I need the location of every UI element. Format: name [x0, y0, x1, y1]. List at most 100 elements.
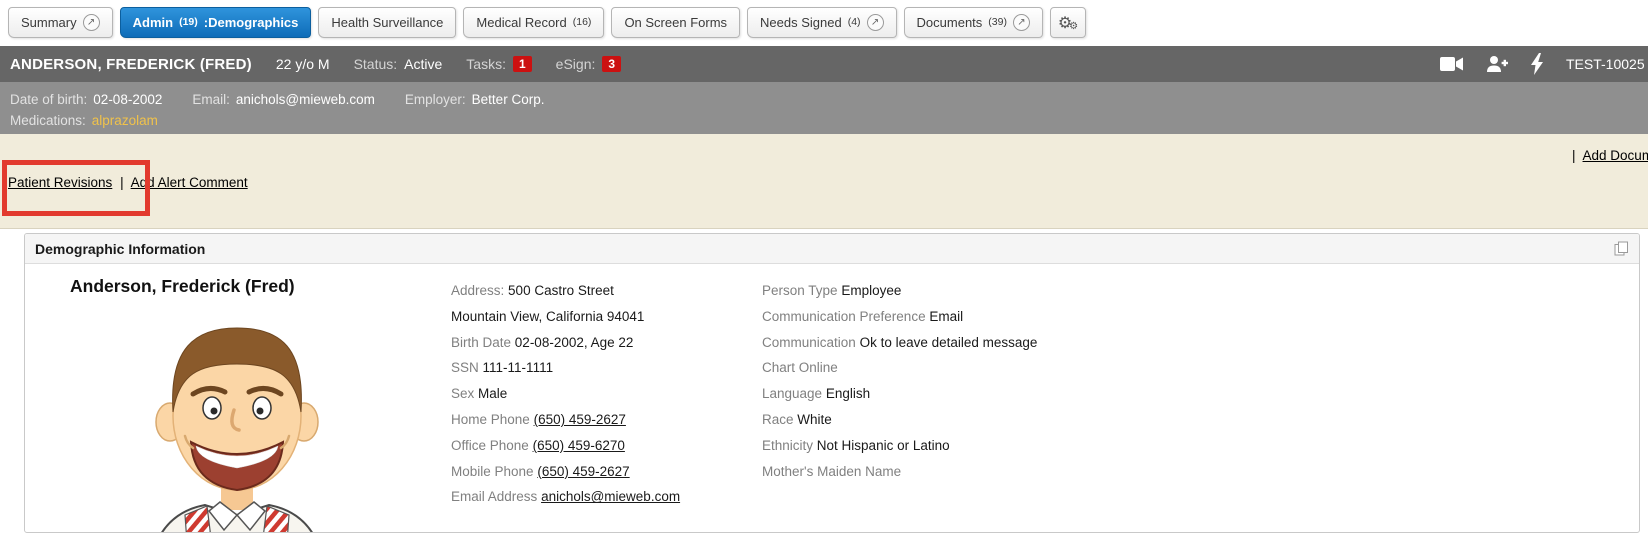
field-label: Ethnicity	[762, 438, 813, 453]
lightning-bolt-icon[interactable]	[1530, 53, 1544, 75]
field-label: Communication	[762, 335, 856, 350]
field-value: English	[826, 386, 870, 401]
field-label: Race	[762, 412, 794, 427]
patient-display-name: Anderson, Frederick (Fred)	[70, 276, 295, 297]
employer-group: Employer: Better Corp.	[405, 92, 545, 107]
video-visit-icon[interactable]	[1440, 56, 1464, 72]
employer-label: Employer:	[405, 92, 466, 107]
field-language: Language English	[762, 381, 1037, 407]
tasks-label: Tasks:	[466, 56, 506, 72]
tab-summary[interactable]: Summary ↗	[8, 7, 113, 38]
tab-label: Needs Signed	[760, 15, 842, 30]
tasks-count-badge[interactable]: 1	[513, 56, 532, 72]
field-value: White	[797, 412, 832, 427]
field-value: Ok to leave detailed message	[860, 335, 1038, 350]
email-address-link[interactable]: anichols@mieweb.com	[541, 489, 680, 504]
status-group: Status: Active	[354, 56, 443, 72]
home-phone-link[interactable]: (650) 459-2627	[534, 412, 626, 427]
dob-group: Date of birth: 02-08-2002	[10, 92, 162, 107]
patient-name: ANDERSON, FREDERICK (FRED)	[10, 56, 252, 73]
open-new-window-icon[interactable]: ↗	[1013, 14, 1030, 31]
patient-avatar-image	[127, 308, 347, 533]
medications-group: Medications: alprazolam	[10, 113, 158, 128]
field-label: Communication Preference	[762, 309, 926, 324]
settings-gear-button[interactable]: ⚙ ⚙	[1050, 7, 1086, 38]
status-value: Active	[404, 56, 442, 72]
tab-label-suffix: :Demographics	[204, 15, 299, 30]
esign-label: eSign:	[556, 56, 596, 72]
field-value: 500 Castro Street	[508, 283, 614, 298]
open-new-window-icon[interactable]: ↗	[83, 14, 100, 31]
tab-documents[interactable]: Documents (39) ↗	[904, 7, 1043, 38]
esign-count-badge[interactable]: 3	[602, 56, 621, 72]
medications-label: Medications:	[10, 113, 86, 128]
document-copy-icon[interactable]	[1614, 241, 1629, 256]
tab-label: On Screen Forms	[624, 15, 727, 30]
field-mobile-phone: Mobile Phone (650) 459-2627	[451, 459, 680, 485]
dob-value: 02-08-2002	[93, 92, 162, 107]
office-phone-link[interactable]: (650) 459-6270	[533, 438, 625, 453]
add-alert-comment-link[interactable]: Add Alert Comment	[131, 175, 248, 190]
patient-avatar	[127, 308, 347, 533]
add-document-link[interactable]: Add Document	[1583, 148, 1648, 163]
field-label: Mobile Phone	[451, 464, 534, 479]
field-communication-preference: Communication Preference Email	[762, 304, 1037, 330]
field-person-type: Person Type Employee	[762, 278, 1037, 304]
patient-header-actions: TEST-10025	[1440, 46, 1645, 82]
tab-needs-signed[interactable]: Needs Signed (4) ↗	[747, 7, 897, 38]
gear-small-icon: ⚙	[1069, 21, 1078, 32]
add-person-icon[interactable]	[1486, 55, 1508, 73]
tab-label: Documents	[917, 15, 983, 30]
field-label: Office Phone	[451, 438, 529, 453]
tab-admin-demographics[interactable]: Admin (19) :Demographics	[120, 7, 312, 38]
patient-chart-id: TEST-10025	[1566, 56, 1645, 72]
patient-header-bar: ANDERSON, FREDERICK (FRED) 22 y/o M Stat…	[0, 46, 1648, 82]
demographic-panel-header: Demographic Information	[25, 234, 1639, 264]
field-email-address: Email Address anichols@mieweb.com	[451, 484, 680, 510]
demographics-right-column: Person Type Employee Communication Prefe…	[762, 278, 1037, 484]
patient-info-bar: Date of birth: 02-08-2002 Email: anichol…	[0, 82, 1648, 134]
field-label: Birth Date	[451, 335, 511, 350]
patient-revisions-link[interactable]: Patient Revisions	[8, 175, 112, 190]
tab-medical-record[interactable]: Medical Record (16)	[463, 7, 604, 38]
tab-on-screen-forms[interactable]: On Screen Forms	[611, 7, 740, 38]
field-label: Language	[762, 386, 822, 401]
status-label: Status:	[354, 56, 398, 72]
mobile-phone-link[interactable]: (650) 459-2627	[537, 464, 629, 479]
tab-count: (16)	[573, 16, 592, 28]
open-new-window-icon[interactable]: ↗	[867, 14, 884, 31]
field-label: Email Address	[451, 489, 537, 504]
tab-count: (19)	[179, 16, 198, 28]
medications-value[interactable]: alprazolam	[92, 113, 158, 128]
field-value: Not Hispanic or Latino	[817, 438, 950, 453]
field-office-phone: Office Phone (650) 459-6270	[451, 433, 680, 459]
field-label: SSN	[451, 360, 479, 375]
tab-health-surveillance[interactable]: Health Surveillance	[318, 7, 456, 38]
patient-info-line-1: Date of birth: 02-08-2002 Email: anichol…	[10, 89, 1648, 110]
tab-label: Admin	[133, 15, 173, 30]
email-value: anichols@mieweb.com	[236, 92, 375, 107]
email-label: Email:	[192, 92, 230, 107]
dob-label: Date of birth:	[10, 92, 87, 107]
tab-label: Health Surveillance	[331, 15, 443, 30]
tasks-group: Tasks: 1	[466, 56, 531, 72]
field-birth-date: Birth Date 02-08-2002, Age 22	[451, 330, 680, 356]
patient-info-line-2: Medications: alprazolam	[10, 110, 1648, 131]
revision-links-row: Patient Revisions | Add Alert Comment	[8, 175, 248, 190]
demographics-left-column: Address: 500 Castro Street Mountain View…	[451, 278, 680, 510]
field-label: Sex	[451, 386, 474, 401]
field-label: Address:	[451, 283, 504, 298]
demographic-panel: Demographic Information Anderson, Freder…	[24, 233, 1640, 533]
field-address: Address: 500 Castro Street	[451, 278, 680, 304]
field-value: 02-08-2002, Age 22	[515, 335, 634, 350]
field-label: Home Phone	[451, 412, 530, 427]
tab-count: (4)	[848, 16, 861, 28]
field-sex: Sex Male	[451, 381, 680, 407]
chart-tab-bar: Summary ↗ Admin (19) :Demographics Healt…	[0, 0, 1648, 46]
field-ethnicity: Ethnicity Not Hispanic or Latino	[762, 433, 1037, 459]
action-strip: | Add Document Patient Revisions | Add A…	[0, 134, 1648, 229]
field-ssn: SSN 111-11-1111	[451, 355, 680, 381]
patient-age-sex: 22 y/o M	[276, 56, 330, 72]
esign-group: eSign: 3	[556, 56, 621, 72]
field-communication: Communication Ok to leave detailed messa…	[762, 330, 1037, 356]
